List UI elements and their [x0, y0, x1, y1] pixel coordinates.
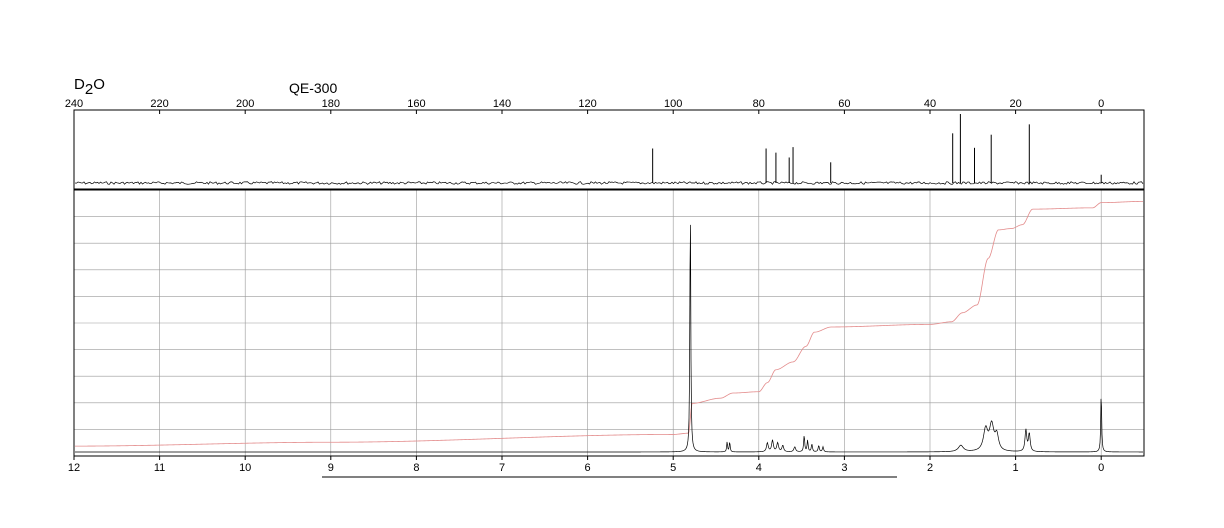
nmr-spectra-chart: 240 220 200 180 160 140 120 100 80 60 40 20 0 12 11 10…: [65, 98, 1145, 478]
c13-tick-label: 40: [924, 98, 936, 110]
c13-tick-label: 200: [236, 98, 254, 110]
h1-tick-label: 8: [413, 462, 419, 474]
h1-tick-label: 9: [328, 462, 334, 474]
c13-tick-label: 20: [1009, 98, 1021, 110]
h1-integral-curve: [75, 200, 1144, 447]
h1-tick-label: 10: [239, 462, 251, 474]
h1-tick-label: 3: [841, 462, 847, 474]
c13-baseline-noise: [74, 181, 1144, 185]
c13-tick-label: 140: [493, 98, 511, 110]
c13-tick-label: 120: [578, 98, 596, 110]
h1-grid: [73, 190, 1144, 456]
c13-tick-label: 160: [407, 98, 425, 110]
h1-tick-label: 0: [1098, 462, 1104, 474]
c13-tick-label: 80: [753, 98, 765, 110]
h1-tick-label: 5: [670, 462, 676, 474]
h1-spectrum-trace: [75, 224, 1143, 453]
c13-tick-label: 0: [1098, 98, 1104, 110]
c13-tick-label: 60: [838, 98, 850, 110]
c13-tick-label: 220: [150, 98, 168, 110]
c13-peaks: [652, 114, 1102, 183]
h1-tick-label: 2: [927, 462, 933, 474]
c13-tick-label: 180: [322, 98, 340, 110]
h1-tick-label: 11: [154, 462, 165, 474]
c13-tick-label: 100: [664, 98, 682, 110]
c13-tick-label: 240: [65, 98, 83, 110]
h1-tick-label: 1: [1013, 462, 1019, 474]
h1-tick-label: 7: [499, 462, 505, 474]
h1-tick-label: 12: [68, 462, 80, 474]
c13-frame: [73, 109, 1145, 190]
h1-tick-label: 4: [756, 462, 762, 474]
h1-axis: 12 11 10 9 8 7 6 5 4 3 2 1 0: [68, 456, 1104, 474]
c13-axis: 240 220 200 180 160 140 120 100 80 60 40 20 0: [65, 98, 1104, 114]
h1-tick-label: 6: [585, 462, 591, 474]
